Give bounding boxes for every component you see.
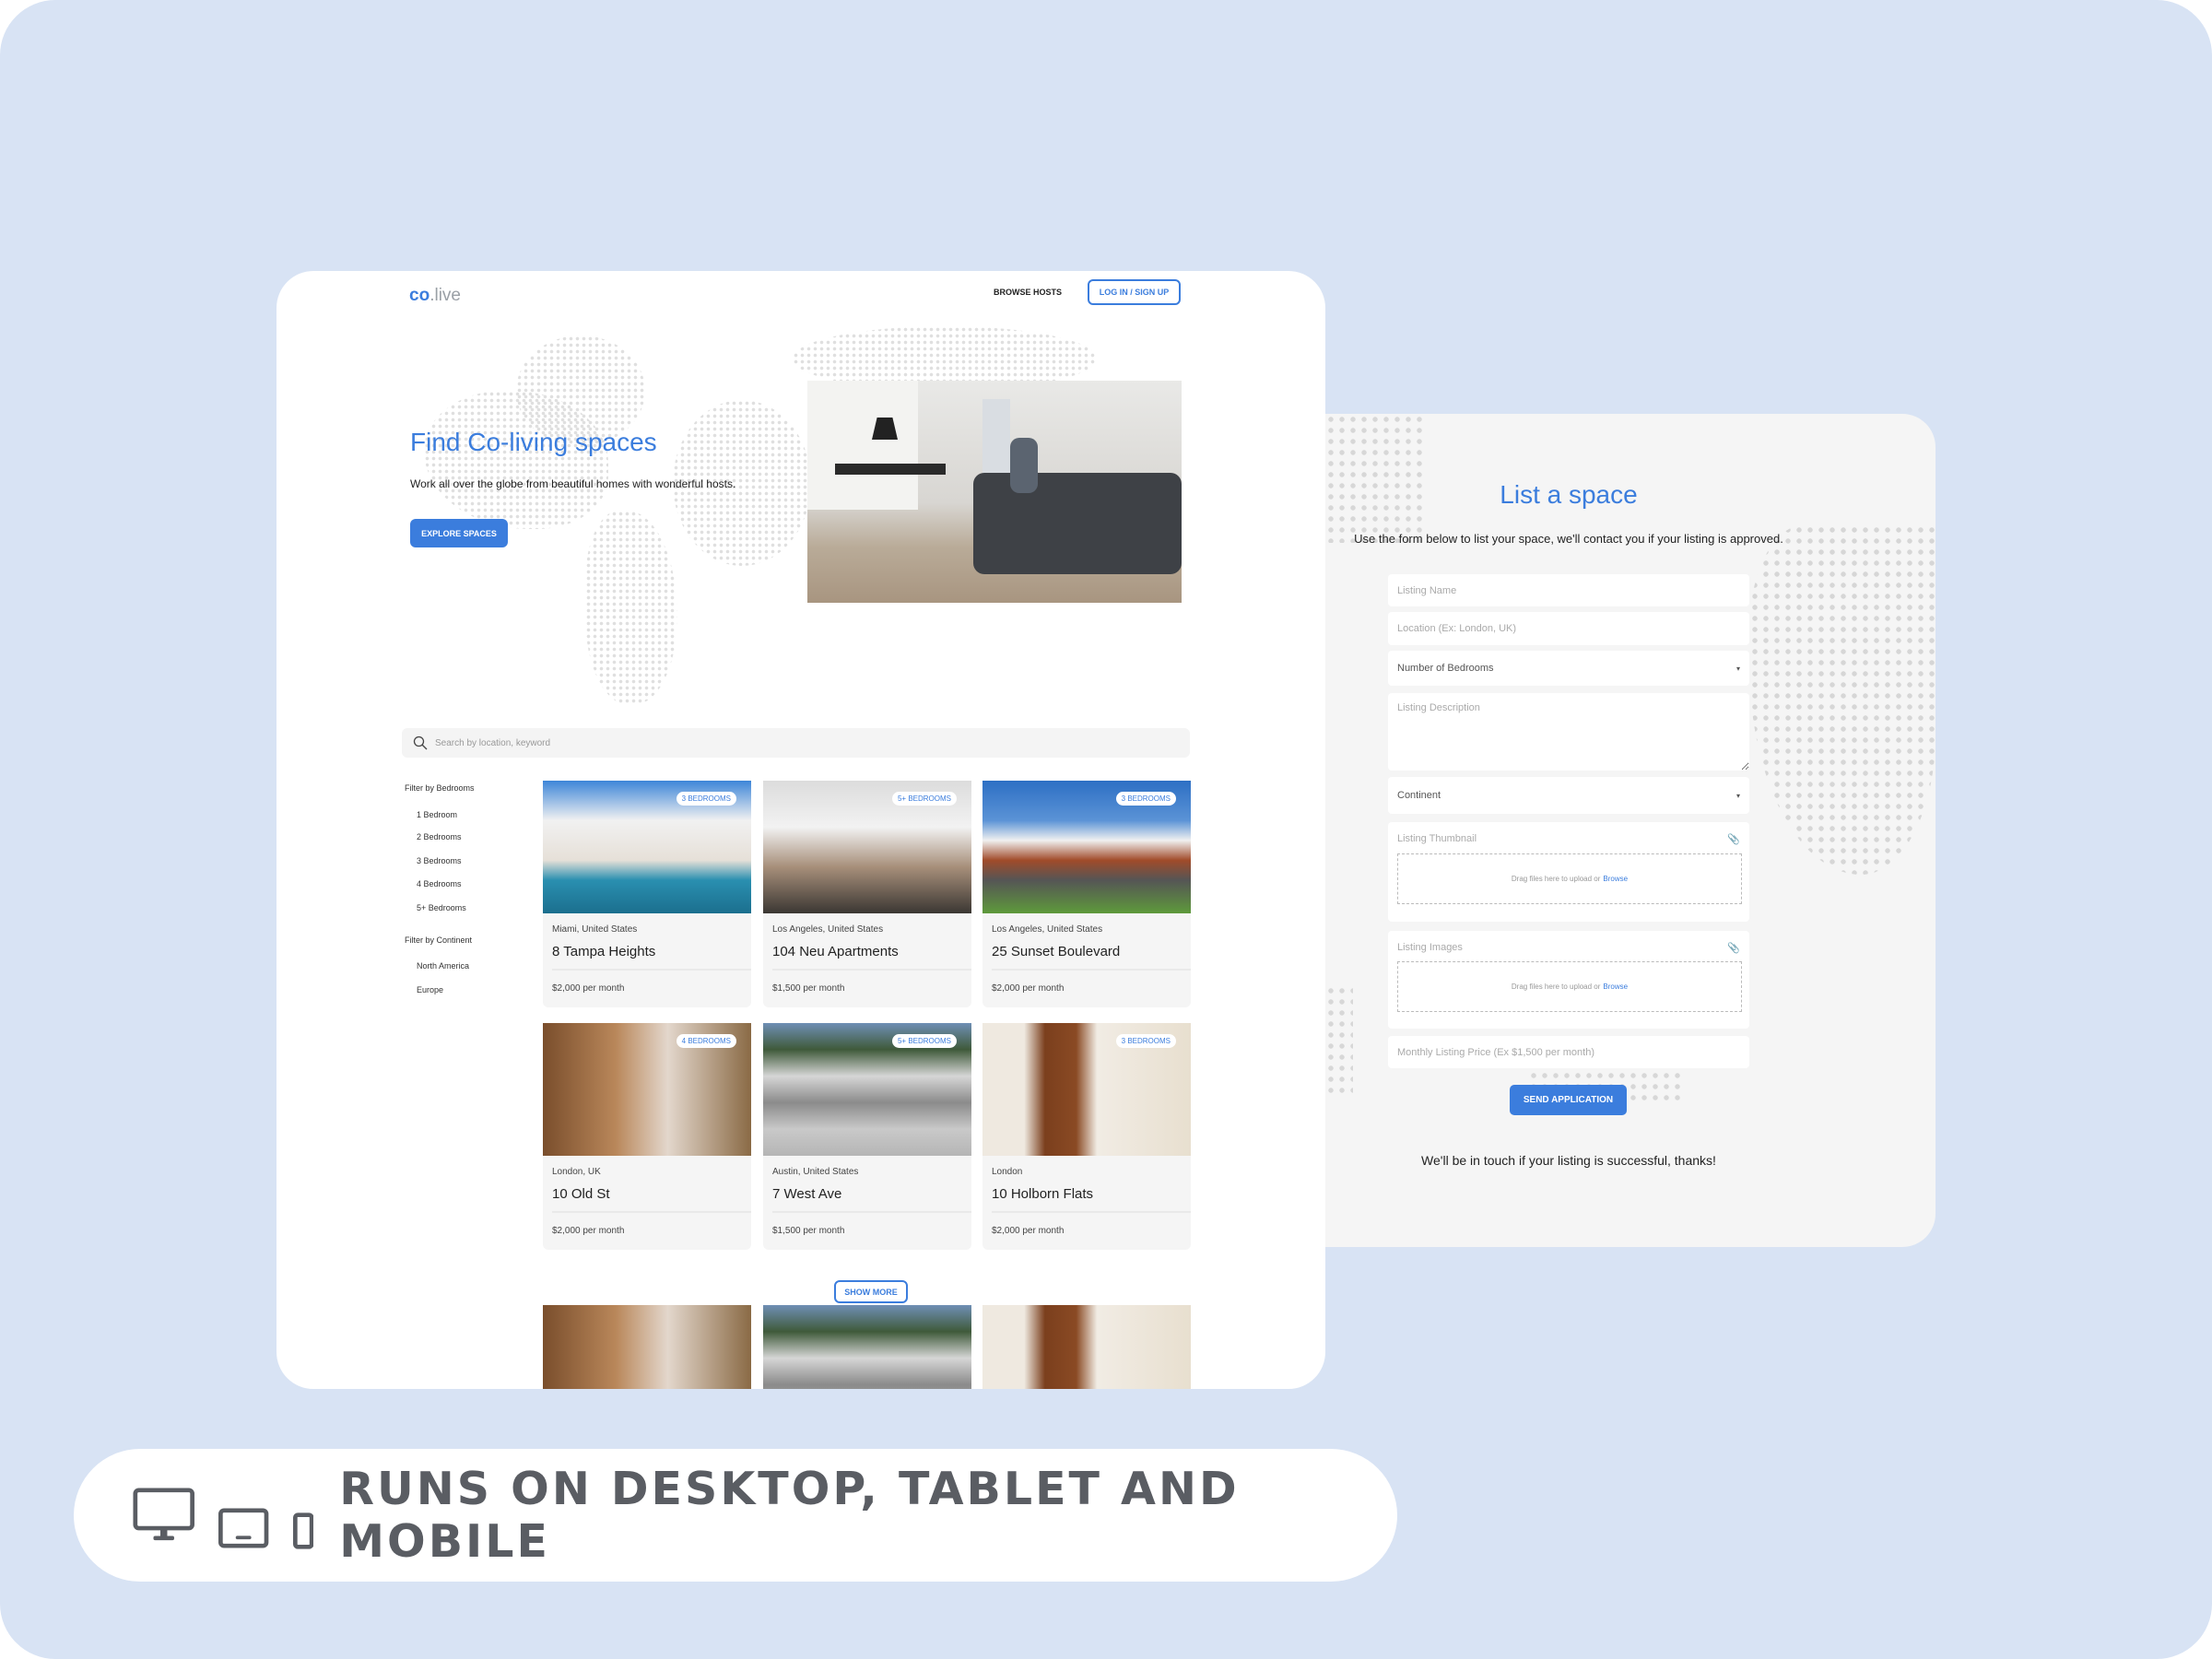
bedrooms-badge: 5+ BEDROOMS bbox=[891, 1034, 957, 1048]
filter-europe[interactable]: Europe bbox=[417, 985, 443, 994]
world-map-dots bbox=[1325, 985, 1353, 1096]
search-input[interactable] bbox=[435, 737, 1080, 748]
send-application-button[interactable]: SEND APPLICATION bbox=[1510, 1085, 1627, 1115]
mobile-icon bbox=[292, 1512, 314, 1549]
login-signup-button[interactable]: LOG IN / SIGN UP bbox=[1088, 279, 1181, 305]
listing-image: 4 BEDROOMS bbox=[543, 1023, 751, 1156]
listing-location: Los Angeles, United States bbox=[772, 924, 884, 935]
listing-location: London bbox=[992, 1167, 1023, 1177]
listing-price: $2,000 per month bbox=[552, 1226, 625, 1236]
chevron-down-icon: ▾ bbox=[1735, 791, 1740, 800]
hero-image bbox=[807, 381, 1182, 603]
list-space-window: List a space Use the form below to list … bbox=[1325, 414, 1936, 1247]
platforms-banner: RUNS ON DESKTOP, TABLET AND MOBILE bbox=[74, 1449, 1397, 1582]
thanks-message: We'll be in touch if your listing is suc… bbox=[1421, 1153, 1716, 1168]
world-map-dots bbox=[585, 511, 677, 704]
listing-card[interactable] bbox=[543, 1305, 751, 1389]
filter-5plus-bedrooms[interactable]: 5+ Bedrooms bbox=[417, 903, 466, 912]
chevron-down-icon: ▾ bbox=[1735, 664, 1740, 673]
listing-title: 7 West Ave bbox=[772, 1186, 971, 1213]
form-description: Use the form below to list your space, w… bbox=[1354, 532, 1783, 546]
logo[interactable]: co.live bbox=[409, 286, 461, 306]
location-input[interactable] bbox=[1388, 612, 1749, 645]
listing-image: 3 BEDROOMS bbox=[543, 781, 751, 913]
listing-price: $1,500 per month bbox=[772, 983, 845, 994]
banner-text: RUNS ON DESKTOP, TABLET AND MOBILE bbox=[339, 1463, 1240, 1568]
listing-price: $2,000 per month bbox=[552, 983, 625, 994]
bedrooms-badge: 3 BEDROOMS bbox=[1115, 1034, 1176, 1048]
bedrooms-badge: 5+ BEDROOMS bbox=[891, 792, 957, 806]
listing-card[interactable]: 5+ BEDROOMS Los Angeles, United States 1… bbox=[763, 781, 971, 1007]
paperclip-icon[interactable]: 📎 bbox=[1727, 942, 1740, 954]
browse-link[interactable]: Browse bbox=[1603, 875, 1628, 883]
world-map-dots bbox=[1325, 414, 1427, 543]
thumbnail-dropzone[interactable]: Drag files here to upload or Browse bbox=[1397, 853, 1742, 904]
listing-image: 3 BEDROOMS bbox=[982, 781, 1191, 913]
thumbnail-label: Listing Thumbnail bbox=[1397, 833, 1477, 844]
images-dropzone[interactable]: Drag files here to upload or Browse bbox=[1397, 961, 1742, 1012]
explore-spaces-button[interactable]: EXPLORE SPACES bbox=[410, 519, 508, 547]
search-bar[interactable] bbox=[402, 728, 1190, 758]
filter-2-bedrooms[interactable]: 2 Bedrooms bbox=[417, 832, 462, 841]
images-upload: Listing Images 📎 Drag files here to uploa… bbox=[1388, 931, 1749, 1029]
filter-1-bedroom[interactable]: 1 Bedroom bbox=[417, 810, 457, 819]
listing-card[interactable] bbox=[763, 1305, 971, 1389]
thumbnail-upload: Listing Thumbnail 📎 Drag files here to up… bbox=[1388, 822, 1749, 922]
homepage-window: co.live BROWSE HOSTS LOG IN / SIGN UP Fi… bbox=[276, 271, 1325, 1389]
bedrooms-badge: 3 BEDROOMS bbox=[1115, 792, 1176, 806]
world-map-dots bbox=[1749, 524, 1936, 875]
desktop-icon bbox=[133, 1488, 194, 1541]
listing-name-input[interactable] bbox=[1388, 574, 1749, 606]
listing-title: 104 Neu Apartments bbox=[772, 944, 971, 971]
listing-price: $2,000 per month bbox=[992, 983, 1065, 994]
tablet-icon bbox=[218, 1508, 269, 1548]
bedrooms-select-label: Number of Bedrooms bbox=[1397, 663, 1494, 674]
listing-title: 10 Old St bbox=[552, 1186, 751, 1213]
listing-location: Los Angeles, United States bbox=[992, 924, 1103, 935]
bedrooms-badge: 4 BEDROOMS bbox=[676, 1034, 736, 1048]
filter-3-bedrooms[interactable]: 3 Bedrooms bbox=[417, 856, 462, 865]
listing-price: $2,000 per month bbox=[992, 1226, 1065, 1236]
dropzone-text: Drag files here to upload or bbox=[1511, 982, 1601, 991]
filter-north-america[interactable]: North America bbox=[417, 961, 469, 971]
listing-title: 8 Tampa Heights bbox=[552, 944, 751, 971]
listing-card[interactable]: 5+ BEDROOMS Austin, United States 7 West… bbox=[763, 1023, 971, 1250]
listing-image bbox=[543, 1305, 751, 1389]
browse-link[interactable]: Browse bbox=[1603, 982, 1628, 991]
browse-hosts-link[interactable]: BROWSE HOSTS bbox=[994, 288, 1062, 297]
listing-card[interactable]: 3 BEDROOMS Miami, United States 8 Tampa … bbox=[543, 781, 751, 1007]
listing-location: Austin, United States bbox=[772, 1167, 859, 1177]
continent-select-label: Continent bbox=[1397, 790, 1441, 801]
price-input[interactable] bbox=[1388, 1036, 1749, 1068]
listing-location: London, UK bbox=[552, 1167, 601, 1177]
bedrooms-select[interactable]: Number of Bedrooms ▾ bbox=[1388, 651, 1749, 686]
listing-card[interactable]: 4 BEDROOMS London, UK 10 Old St $2,000 p… bbox=[543, 1023, 751, 1250]
listing-card[interactable]: 3 BEDROOMS London 10 Holborn Flats $2,00… bbox=[982, 1023, 1191, 1250]
dropzone-text: Drag files here to upload or bbox=[1511, 875, 1601, 883]
listing-card[interactable]: 3 BEDROOMS Los Angeles, United States 25… bbox=[982, 781, 1191, 1007]
filter-4-bedrooms[interactable]: 4 Bedrooms bbox=[417, 879, 462, 888]
listing-image bbox=[763, 1305, 971, 1389]
listing-card[interactable] bbox=[982, 1305, 1191, 1389]
search-icon bbox=[413, 735, 428, 750]
paperclip-icon[interactable]: 📎 bbox=[1727, 833, 1740, 845]
bedrooms-badge: 3 BEDROOMS bbox=[676, 792, 736, 806]
listing-image: 5+ BEDROOMS bbox=[763, 781, 971, 913]
listing-image bbox=[982, 1305, 1191, 1389]
listing-description-input[interactable] bbox=[1388, 693, 1749, 771]
listing-price: $1,500 per month bbox=[772, 1226, 845, 1236]
listing-image: 5+ BEDROOMS bbox=[763, 1023, 971, 1156]
listing-title: 25 Sunset Boulevard bbox=[992, 944, 1191, 971]
listing-image: 3 BEDROOMS bbox=[982, 1023, 1191, 1156]
listing-location: Miami, United States bbox=[552, 924, 638, 935]
filter-continent-label: Filter by Continent bbox=[405, 935, 473, 945]
images-label: Listing Images bbox=[1397, 942, 1463, 953]
form-title: List a space bbox=[1500, 480, 1638, 509]
filter-bedrooms-label: Filter by Bedrooms bbox=[405, 783, 475, 793]
hero-title: Find Co-living spaces bbox=[410, 428, 657, 456]
hero-subtitle: Work all over the globe from beautiful h… bbox=[410, 477, 736, 490]
listing-title: 10 Holborn Flats bbox=[992, 1186, 1191, 1213]
show-more-button[interactable]: SHOW MORE bbox=[834, 1280, 908, 1303]
continent-select[interactable]: Continent ▾ bbox=[1388, 777, 1749, 814]
